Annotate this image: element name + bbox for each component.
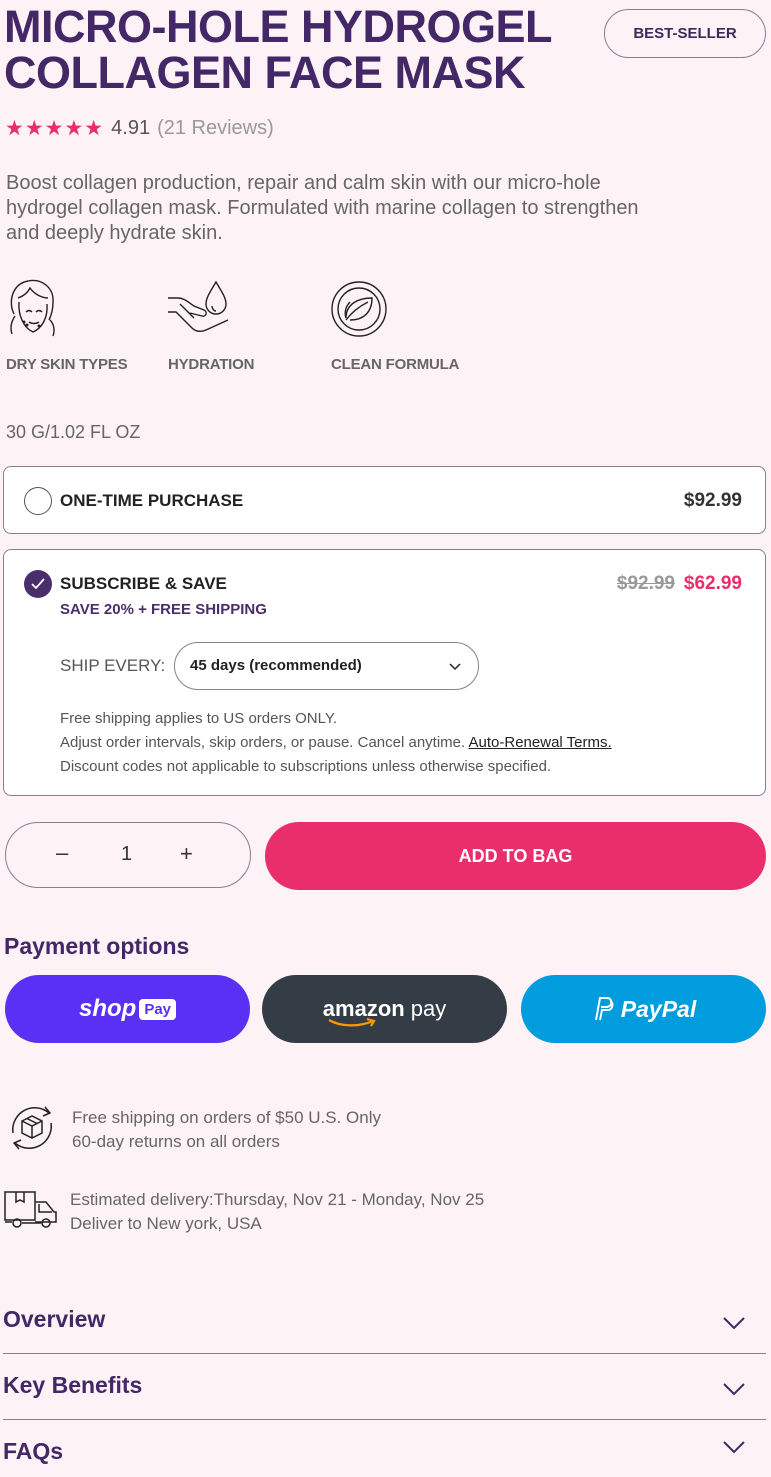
one-time-radio[interactable]: [24, 487, 52, 515]
accordion-key-benefits[interactable]: Key Benefits: [3, 1354, 766, 1420]
quantity-increase-button[interactable]: +: [180, 841, 193, 867]
subscribe-savings: SAVE 20% + FREE SHIPPING: [60, 601, 267, 618]
amazon-pay-button[interactable]: amazon pay: [262, 975, 507, 1043]
returns-text: 60-day returns on all orders: [72, 1132, 280, 1151]
chevron-down-icon: [723, 1317, 745, 1330]
one-time-label: ONE-TIME PURCHASE: [60, 491, 244, 510]
one-time-price: $92.99: [683, 490, 742, 511]
feature-hydration: [166, 278, 230, 338]
shop-pay-tag: Pay: [139, 998, 177, 1020]
product-size: 30 G/1.02 FL OZ: [6, 422, 141, 442]
quantity-value[interactable]: 1: [121, 843, 132, 866]
paypal-wordmark: PayPal: [620, 995, 697, 1022]
payment-options-title: Payment options: [4, 933, 190, 959]
feature-label-hydration: HYDRATION: [168, 356, 255, 373]
feature-label-clean-formula: CLEAN FORMULA: [331, 356, 460, 373]
delivery-truck-icon: [4, 1191, 57, 1228]
accordion-overview-title: Overview: [3, 1306, 106, 1332]
amazon-pay-word: pay: [410, 996, 447, 1021]
subscribe-old-price: $92.99: [616, 573, 675, 594]
shop-pay-button[interactable]: shop Pay: [5, 975, 250, 1043]
product-description: Boost collagen production, repair and ca…: [6, 172, 639, 244]
ship-interval-value: 45 days (recommended): [190, 657, 362, 674]
subscribe-check-icon[interactable]: [24, 570, 52, 598]
accordion-overview[interactable]: Overview: [3, 1290, 766, 1354]
chevron-down-icon: [723, 1383, 745, 1396]
estimated-delivery-text: Estimated delivery:Thursday, Nov 21 - Mo…: [70, 1190, 485, 1209]
ship-every-label: SHIP EVERY:: [60, 656, 166, 675]
subscribe-new-price: $62.99: [683, 573, 742, 594]
paypal-button[interactable]: PayPal: [521, 975, 766, 1043]
amazon-smile-icon: [328, 1018, 376, 1027]
star-rating-icon: ★★★★★: [5, 116, 105, 140]
chevron-down-icon: [449, 663, 461, 671]
accordion-key-benefits-title: Key Benefits: [3, 1372, 143, 1398]
feature-label-dry-skin: DRY SKIN TYPES: [6, 356, 128, 373]
deliver-to-text: Deliver to New york, USA: [70, 1214, 262, 1233]
one-time-purchase-option[interactable]: ONE-TIME PURCHASE $92.99: [3, 466, 766, 534]
note-adjust-orders: Adjust order intervals, skip orders, or …: [60, 734, 612, 751]
paypal-p-icon: [594, 997, 614, 1021]
add-to-bag-button[interactable]: ADD TO BAG: [265, 822, 766, 890]
subscribe-save-option[interactable]: SUBSCRIBE & SAVE SAVE 20% + FREE SHIPPIN…: [3, 549, 766, 796]
shop-pay-wordmark: shop: [78, 995, 137, 1022]
rating-value: 4.91: [111, 116, 151, 139]
ship-interval-select[interactable]: 45 days (recommended): [174, 642, 479, 690]
reviews-link[interactable]: (21 Reviews): [157, 117, 274, 140]
free-shipping-text: Free shipping on orders of $50 U.S. Only: [72, 1108, 381, 1127]
feature-dry-skin: [6, 276, 58, 338]
amazon-wordmark: amazon: [323, 996, 405, 1027]
box-returns-icon: [12, 1106, 52, 1150]
note-discount-codes: Discount codes not applicable to subscri…: [60, 758, 552, 775]
product-title: MICRO-HOLE HYDROGEL COLLAGEN FACE MASK: [4, 1, 552, 98]
rating-row[interactable]: ★★★★★ 4.91 (21 Reviews): [5, 116, 274, 140]
face-icon: [10, 279, 55, 337]
subscription-notes: Free shipping applies to US orders ONLY.…: [60, 707, 612, 779]
subscribe-label: SUBSCRIBE & SAVE: [60, 574, 227, 593]
leaf-badge-icon: [331, 281, 387, 337]
chevron-down-icon: [723, 1441, 745, 1454]
accordion-faqs-title: FAQs: [3, 1438, 64, 1464]
delivery-info: Estimated delivery:Thursday, Nov 21 - Mo…: [70, 1188, 484, 1236]
shipping-returns-info: Free shipping on orders of $50 U.S. Only…: [72, 1106, 381, 1154]
auto-renewal-terms-link[interactable]: Auto-Renewal Terms.: [469, 734, 612, 751]
accordion-faqs[interactable]: FAQs: [3, 1420, 766, 1477]
best-seller-badge: BEST-SELLER: [604, 9, 766, 58]
hand-drop-icon: [168, 280, 229, 333]
feature-clean-formula: [330, 280, 388, 338]
quantity-decrease-button[interactable]: –: [56, 840, 68, 866]
note-free-shipping: Free shipping applies to US orders ONLY.: [60, 710, 338, 727]
quantity-stepper[interactable]: – 1 +: [5, 822, 251, 888]
